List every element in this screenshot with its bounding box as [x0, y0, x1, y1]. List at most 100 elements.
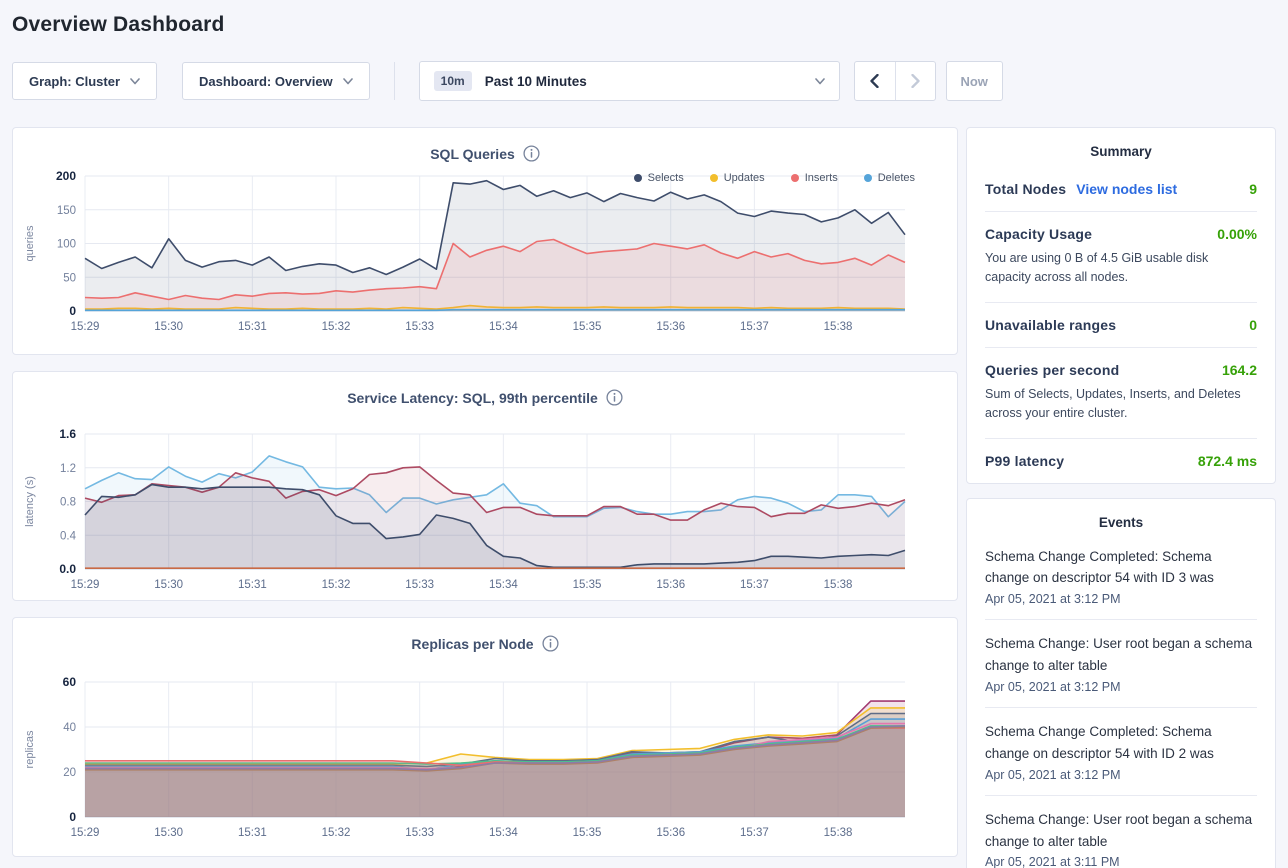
svg-text:15:38: 15:38	[824, 321, 853, 333]
summary-row-subtext: You are using 0 B of 4.5 GiB usable disk…	[985, 249, 1257, 288]
svg-text:15:34: 15:34	[489, 321, 518, 333]
chevron-down-icon	[815, 78, 825, 85]
chevron-down-icon	[130, 78, 140, 85]
svg-text:15:32: 15:32	[322, 321, 351, 333]
summary-rows: Total NodesView nodes list9 Capacity Usag…	[985, 181, 1257, 469]
svg-text:15:36: 15:36	[656, 827, 685, 839]
svg-text:0.4: 0.4	[60, 530, 77, 542]
legend-item-inserts[interactable]: Inserts	[791, 172, 838, 184]
svg-text:15:37: 15:37	[740, 827, 769, 839]
summary-row-value: 0	[1249, 317, 1257, 333]
divider	[985, 347, 1257, 348]
events-heading: Events	[985, 515, 1257, 530]
svg-text:15:32: 15:32	[322, 827, 351, 839]
time-step-back-button[interactable]	[855, 62, 895, 100]
svg-text:15:29: 15:29	[71, 321, 100, 333]
time-range-badge: 10m	[434, 71, 472, 91]
svg-text:15:36: 15:36	[656, 579, 685, 591]
event-item: Schema Change Completed: Schema change o…	[985, 721, 1257, 782]
svg-text:15:35: 15:35	[573, 321, 602, 333]
svg-text:15:32: 15:32	[322, 579, 351, 591]
sidebar-column: Summary Total NodesView nodes list9Capac…	[966, 127, 1276, 868]
event-text: Schema Change Completed: Schema change o…	[985, 721, 1257, 765]
legend-item-updates[interactable]: Updates	[710, 172, 765, 184]
svg-text:50: 50	[63, 272, 76, 284]
svg-text:15:33: 15:33	[405, 321, 434, 333]
graph-scope-dropdown[interactable]: Graph: Cluster	[12, 62, 157, 100]
replicas-per-node-chart[interactable]: 15:2915:3015:3115:3215:3315:3415:3515:36…	[13, 670, 957, 848]
divider	[985, 707, 1257, 708]
dashboard-select-dropdown-label: Dashboard: Overview	[199, 74, 333, 89]
svg-text:15:38: 15:38	[824, 827, 853, 839]
divider	[985, 302, 1257, 303]
svg-text:15:31: 15:31	[238, 827, 267, 839]
time-step-buttons	[854, 61, 936, 101]
svg-text:latency (s): latency (s)	[24, 476, 36, 527]
svg-text:100: 100	[57, 239, 76, 251]
time-range-selector[interactable]: 10m Past 10 Minutes	[419, 61, 840, 101]
chevron-right-icon	[911, 74, 920, 88]
legend-dot	[791, 174, 799, 182]
legend-label: Deletes	[878, 172, 915, 184]
svg-text:15:30: 15:30	[154, 827, 183, 839]
summary-row-value: 164.2	[1222, 362, 1257, 378]
service-latency-chart-title: Service Latency: SQL, 99th percentile	[347, 390, 598, 406]
info-icon[interactable]	[542, 635, 559, 652]
svg-text:15:37: 15:37	[740, 579, 769, 591]
svg-text:150: 150	[57, 205, 76, 217]
legend-item-deletes[interactable]: Deletes	[864, 172, 915, 184]
events-panel: Events Schema Change Completed: Schema c…	[966, 498, 1276, 868]
view-nodes-list-link[interactable]: View nodes list	[1076, 181, 1177, 197]
divider	[985, 438, 1257, 439]
summary-row: P99 latency872.4 ms	[985, 453, 1257, 469]
event-timestamp: Apr 05, 2021 at 3:11 PM	[985, 855, 1257, 868]
svg-text:15:35: 15:35	[573, 827, 602, 839]
svg-text:15:34: 15:34	[489, 579, 518, 591]
svg-text:60: 60	[63, 675, 77, 689]
sql-queries-chart[interactable]: 15:2915:3015:3115:3215:3315:3415:3515:36…	[13, 164, 957, 342]
overview-dashboard-page: Overview Dashboard Graph: Cluster Dashbo…	[0, 0, 1288, 868]
event-timestamp: Apr 05, 2021 at 3:12 PM	[985, 768, 1257, 782]
legend-label: Selects	[648, 172, 684, 184]
summary-row: Capacity Usage0.00%You are using 0 B of …	[985, 226, 1257, 288]
divider	[985, 211, 1257, 212]
svg-text:0: 0	[69, 810, 76, 824]
dashboard-select-dropdown[interactable]: Dashboard: Overview	[182, 62, 370, 100]
info-icon[interactable]	[606, 389, 623, 406]
svg-text:1.2: 1.2	[60, 463, 76, 475]
svg-text:15:35: 15:35	[573, 579, 602, 591]
sql-queries-chart-title: SQL Queries	[430, 146, 515, 162]
summary-panel: Summary Total NodesView nodes list9Capac…	[966, 127, 1276, 484]
replicas-per-node-chart-panel: Replicas per Node 15:2915:3015:3115:3215…	[12, 617, 958, 857]
svg-text:queries: queries	[24, 225, 36, 262]
chevron-left-icon	[870, 74, 879, 88]
legend-label: Inserts	[805, 172, 838, 184]
service-latency-chart[interactable]: 15:2915:3015:3115:3215:3315:3415:3515:36…	[13, 422, 957, 600]
divider	[985, 795, 1257, 796]
info-icon[interactable]	[523, 145, 540, 162]
event-item: Schema Change Completed: Schema change o…	[985, 546, 1257, 607]
chevron-down-icon	[343, 78, 353, 85]
graph-scope-dropdown-label: Graph: Cluster	[29, 74, 120, 89]
main-content: SQL Queries Selects Updates Inserts Deletes…	[12, 127, 1276, 868]
divider	[985, 619, 1257, 620]
svg-text:15:30: 15:30	[154, 321, 183, 333]
event-timestamp: Apr 05, 2021 at 3:12 PM	[985, 592, 1257, 606]
summary-row-value: 872.4 ms	[1198, 453, 1257, 469]
svg-text:0.8: 0.8	[60, 497, 76, 509]
service-latency-chart-panel: Service Latency: SQL, 99th percentile 15…	[12, 371, 958, 601]
summary-row: Total NodesView nodes list9	[985, 181, 1257, 197]
svg-text:1.6: 1.6	[59, 427, 76, 441]
event-text: Schema Change Completed: Schema change o…	[985, 546, 1257, 590]
svg-text:15:31: 15:31	[238, 321, 267, 333]
page-title: Overview Dashboard	[12, 13, 1276, 37]
legend-item-selects[interactable]: Selects	[634, 172, 684, 184]
svg-text:20: 20	[63, 767, 76, 779]
summary-row-label: Unavailable ranges	[985, 317, 1116, 333]
time-step-forward-button[interactable]	[895, 62, 935, 100]
now-button[interactable]: Now	[946, 61, 1003, 101]
svg-text:15:30: 15:30	[154, 579, 183, 591]
svg-text:15:29: 15:29	[71, 579, 100, 591]
svg-text:replicas: replicas	[24, 730, 36, 768]
svg-text:15:37: 15:37	[740, 321, 769, 333]
